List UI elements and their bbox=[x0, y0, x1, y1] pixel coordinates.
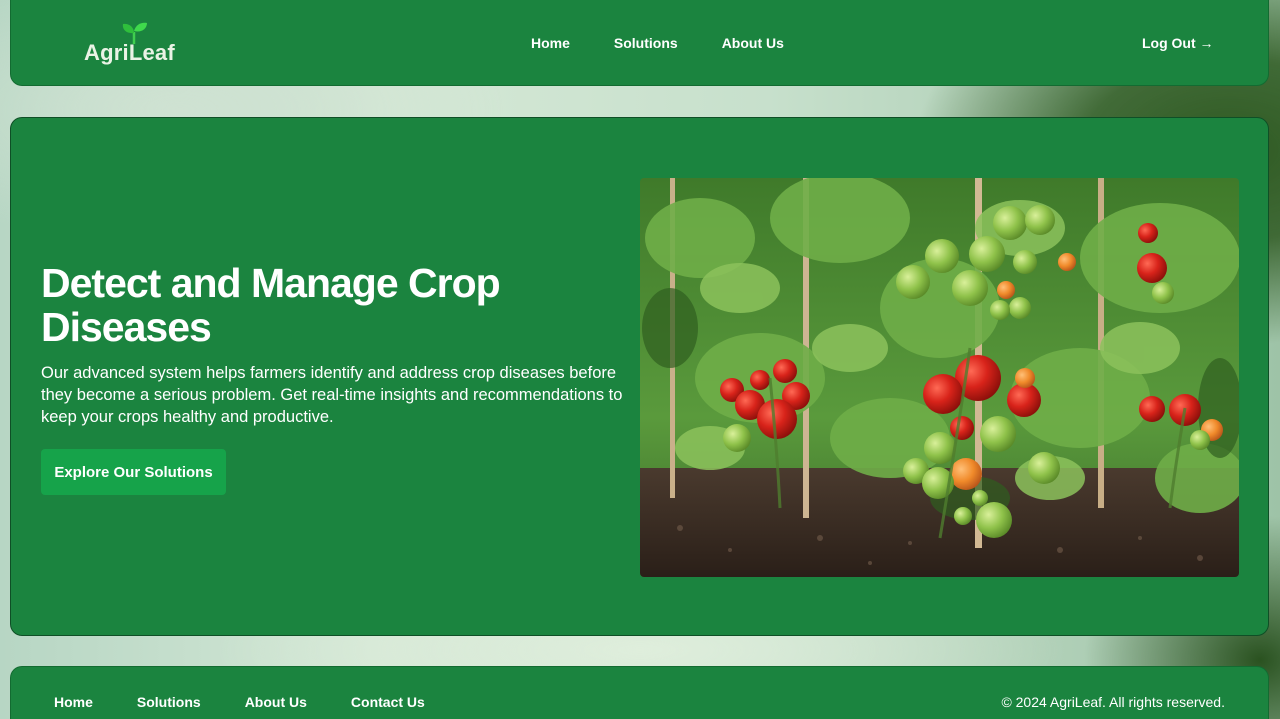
logout-label: Log Out bbox=[1142, 35, 1196, 51]
footer-nav: Home Solutions About Us Contact Us bbox=[54, 694, 425, 710]
logo-text: AgriLeaf bbox=[84, 40, 175, 65]
footer-about-link[interactable]: About Us bbox=[245, 694, 307, 710]
footer-contact-link[interactable]: Contact Us bbox=[351, 694, 425, 710]
main-nav: Home Solutions About Us bbox=[531, 35, 784, 51]
footer-solutions-link[interactable]: Solutions bbox=[137, 694, 201, 710]
hero-section: Detect and Manage Crop Diseases Our adva… bbox=[10, 117, 1269, 636]
nav-home-link[interactable]: Home bbox=[531, 35, 570, 51]
nav-about-link[interactable]: About Us bbox=[722, 35, 784, 51]
top-navbar: AgriLeaf Home Solutions About Us Log Out… bbox=[10, 0, 1269, 86]
tomato-plants-illustration bbox=[640, 178, 1239, 577]
explore-solutions-button[interactable]: Explore Our Solutions bbox=[41, 449, 226, 495]
hero-description: Our advanced system helps farmers identi… bbox=[41, 364, 623, 426]
tomato-plants-image bbox=[640, 178, 1239, 577]
hero-title: Detect and Manage Crop Diseases bbox=[41, 260, 501, 350]
footer: Home Solutions About Us Contact Us © 202… bbox=[10, 666, 1269, 719]
copyright-text: © 2024 AgriLeaf. All rights reserved. bbox=[1001, 694, 1225, 710]
footer-home-link[interactable]: Home bbox=[54, 694, 93, 710]
nav-solutions-link[interactable]: Solutions bbox=[614, 35, 678, 51]
arrow-right-icon: → bbox=[1199, 35, 1214, 51]
sprout-icon bbox=[122, 22, 147, 44]
agrileaf-logo[interactable]: AgriLeaf bbox=[84, 22, 184, 65]
logout-button[interactable]: Log Out → bbox=[1142, 35, 1214, 51]
